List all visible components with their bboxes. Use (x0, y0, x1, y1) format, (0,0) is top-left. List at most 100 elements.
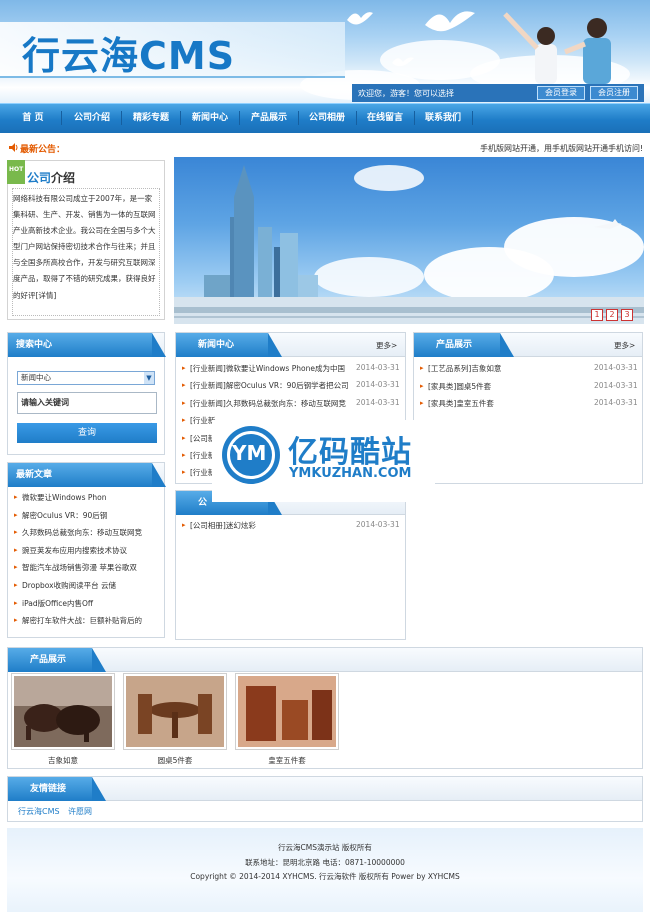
bullet-icon: ▸ (14, 616, 18, 625)
footer-copyright-line: 行云海CMS演示站 版权所有 (278, 843, 372, 852)
bullet-icon: ▸ (182, 433, 186, 442)
friend-link-2[interactable]: 许愿网 (68, 806, 92, 817)
latest-panel-title: 最新文章 (8, 463, 152, 487)
latest-item-text[interactable]: 微软要让Windows Phon (22, 492, 162, 503)
elephant-carving-image (14, 676, 112, 747)
products-panel-title: 产品展示 (414, 333, 500, 357)
bullet-icon: ▸ (182, 364, 186, 372)
product-item-text[interactable]: [工艺品系列]吉象如意 (428, 363, 588, 374)
product-item-text[interactable]: [家具类]圆桌5件套 (428, 381, 588, 392)
nav-item-topics[interactable]: 精彩专题 (124, 103, 178, 133)
about-body[interactable]: 网络科技有限公司成立于2007年，是一家集科研、生产、开发、销售为一体的互联网产… (13, 191, 159, 303)
friend-link-1[interactable]: 行云海CMS (18, 806, 60, 817)
products-more-link[interactable]: 更多> (614, 340, 635, 351)
gallery-panel-title: 产品展示 (8, 648, 92, 672)
latest-item-text[interactable]: 豌豆荚发布应用内搜索技术协议 (22, 545, 162, 556)
bullet-icon: ▸ (420, 364, 424, 372)
slide-button-2[interactable]: 2 (606, 309, 618, 321)
bullet-icon: ▸ (420, 399, 424, 407)
register-button[interactable]: 会员注册 (590, 86, 638, 100)
search-button[interactable]: 查询 (17, 423, 157, 443)
login-button[interactable]: 会员登录 (537, 86, 585, 100)
about-title-rest: 介绍 (51, 171, 76, 185)
banner-slideshow[interactable] (174, 157, 644, 324)
news-item-date: 2014-03-31 (356, 363, 400, 372)
hot-badge-text: HOT (9, 166, 24, 173)
product-item-text[interactable]: [家具类]皇室五件套 (428, 398, 588, 409)
tab-tail-shape (92, 777, 106, 801)
bullet-icon: ▸ (14, 581, 18, 589)
dove-icon (392, 57, 414, 67)
product-item-date: 2014-03-31 (594, 363, 638, 372)
bullet-icon: ▸ (14, 493, 18, 501)
news-item-text[interactable]: [行业新闻]微软要让Windows Phone成为中国 (190, 363, 358, 374)
latest-item-text[interactable]: 解密Oculus VR：90后钢 (22, 510, 162, 521)
round-table-image (126, 676, 224, 747)
product-thumb-3[interactable] (235, 673, 339, 750)
bullet-icon: ▸ (182, 381, 186, 390)
bullet-icon: ▸ (14, 563, 18, 572)
slide-button-1[interactable]: 1 (591, 309, 603, 321)
notice-marquee[interactable]: 手机版网站开通，用手机版网站开通手机访问! (480, 143, 643, 154)
latest-item-text[interactable]: 解密打车软件大战：巨额补贴背后的 (22, 615, 162, 626)
album-item-date: 2014-03-31 (356, 520, 400, 529)
nav-item-news[interactable]: 新闻中心 (183, 103, 237, 133)
news-item-text[interactable]: [行业新闻]久邦数码总裁张向东：移动互联网竞 (190, 398, 358, 409)
news-panel-title: 新闻中心 (176, 333, 268, 357)
bullet-icon: ▸ (182, 451, 186, 459)
product-thumb-1[interactable] (11, 673, 115, 750)
nav-separator (356, 111, 357, 125)
latest-item-text[interactable]: 智能汽车战场销售弥漫 苹果谷歌双 (22, 562, 162, 573)
watermark-logo-letters: YM (232, 441, 267, 465)
about-title: 公司介绍 (27, 169, 75, 186)
bullet-icon: ▸ (182, 468, 186, 477)
product-caption-1[interactable]: 吉象如意 (11, 755, 115, 766)
nav-item-products[interactable]: 产品展示 (242, 103, 296, 133)
product-caption-3[interactable]: 皇室五件套 (235, 755, 339, 766)
bullet-icon: ▸ (182, 521, 186, 529)
tab-tail-shape (152, 463, 166, 487)
nav-separator (121, 111, 122, 125)
nav-separator (298, 111, 299, 125)
watermark-text-cn: 亿码酷站 (288, 435, 412, 470)
album-item-text[interactable]: [公司相册]迷幻炫彩 (190, 520, 350, 531)
footer-power-line: Copyright © 2014-2014 XYHCMS. 行云海软件 版权所有… (190, 872, 460, 881)
royal-furniture-image (238, 676, 336, 747)
nav-item-guestbook[interactable]: 在线留言 (358, 103, 412, 133)
dove-icon (347, 12, 373, 25)
bullet-icon: ▸ (14, 545, 18, 554)
site-logo[interactable]: 行云海CMS (22, 25, 235, 80)
bullet-icon: ▸ (182, 398, 186, 407)
bullet-icon: ▸ (420, 381, 424, 390)
nav-item-home[interactable]: 首 页 (8, 103, 58, 133)
watermark-text-en: YMKUZHAN.COM (289, 466, 412, 481)
header-banner: 行云海CMS 欢迎您，游客！您可以选择 会员登录 会员注册 (0, 0, 650, 103)
nav-item-contact[interactable]: 联系我们 (416, 103, 470, 133)
tab-tail-shape (152, 333, 166, 357)
bullet-icon: ▸ (14, 528, 18, 537)
nav-item-album[interactable]: 公司相册 (300, 103, 354, 133)
news-item-date: 2014-03-31 (356, 397, 400, 407)
latest-item-text[interactable]: iPad版Office内售Off (22, 598, 162, 609)
latest-item-text[interactable]: 久邦数码总裁张向东：移动互联网竞 (22, 527, 162, 538)
city-skyline-image (174, 165, 644, 324)
links-panel-title: 友情链接 (8, 777, 92, 801)
nav-separator (61, 111, 62, 125)
latest-item-text[interactable]: Dropbox收购阅读平台 云储 (22, 580, 162, 591)
nav-separator (414, 111, 415, 125)
search-category-select[interactable]: 新闻中心 (17, 371, 155, 385)
nav-separator (472, 111, 473, 125)
dove-icon (425, 11, 475, 32)
product-thumb-2[interactable] (123, 673, 227, 750)
search-panel-title: 搜索中心 (8, 333, 152, 357)
search-input[interactable]: 请输入关键词 (17, 392, 157, 414)
nav-item-about[interactable]: 公司介绍 (65, 103, 119, 133)
news-more-link[interactable]: 更多> (376, 340, 397, 351)
tab-tail-shape (268, 333, 282, 357)
news-item-text[interactable]: [行业新闻]解密Oculus VR：90后钢学者把公司 (190, 380, 358, 391)
product-caption-2[interactable]: 圆桌5件套 (123, 755, 227, 766)
speaker-icon (9, 143, 18, 152)
bullet-icon: ▸ (14, 598, 18, 607)
slide-button-3[interactable]: 3 (621, 309, 633, 321)
chevron-down-icon[interactable]: ▼ (144, 372, 154, 384)
